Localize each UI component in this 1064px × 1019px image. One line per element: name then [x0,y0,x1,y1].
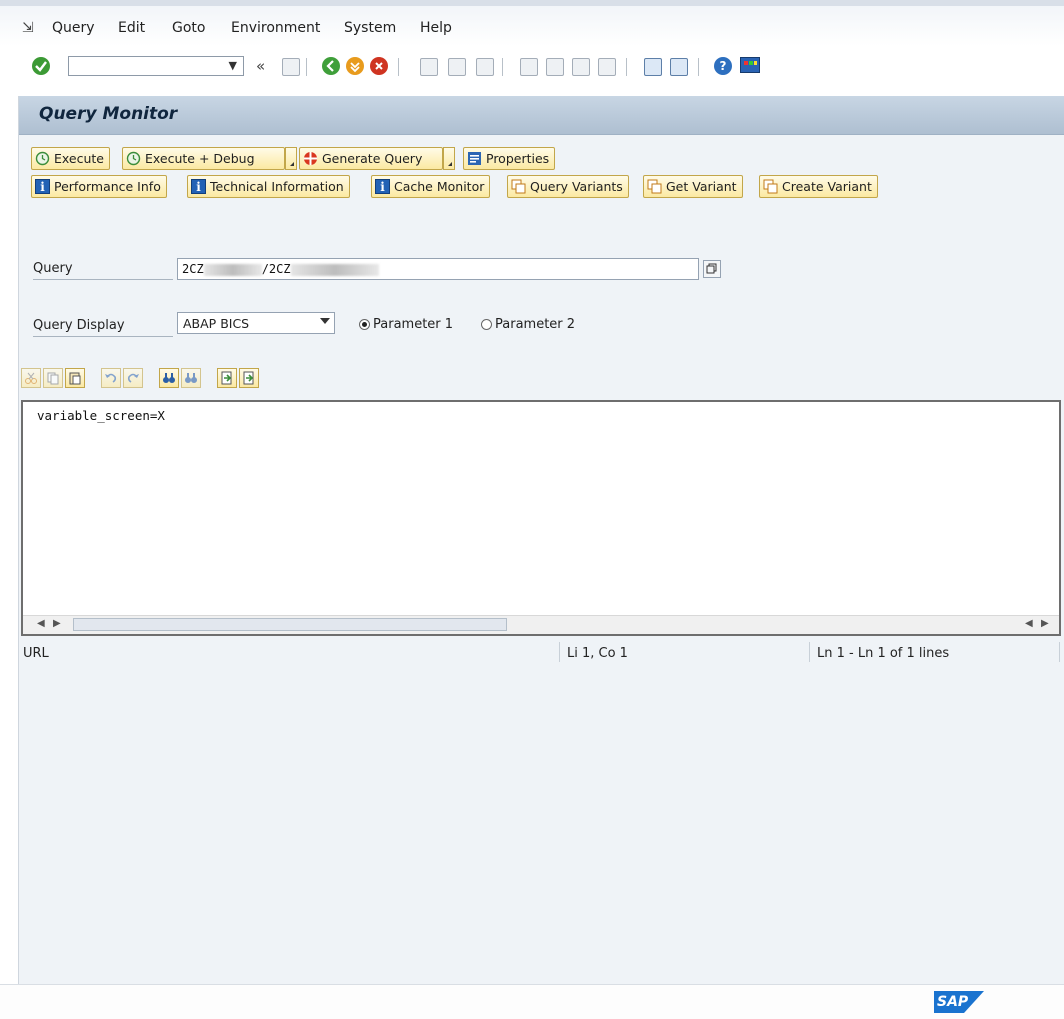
status-url: URL [23,646,49,661]
find-next-icon[interactable] [476,58,494,76]
chevron-down-icon[interactable]: ▼ [229,59,237,72]
info-icon: i [375,179,390,194]
scroll-right-icon[interactable]: ▶ [53,618,61,629]
radio-selected-icon [359,319,370,330]
execute-button[interactable]: Execute [31,147,110,170]
save-icon[interactable] [282,58,300,76]
variant-icon [647,179,662,194]
generate-query-dropdown[interactable] [443,147,455,170]
help-icon[interactable]: ? [714,57,732,75]
find-next-icon[interactable] [181,368,201,388]
create-variant-button[interactable]: Create Variant [759,175,878,198]
status-line-count: Ln 1 - Ln 1 of 1 lines [817,646,950,661]
main-content: Query Monitor Execute Execute + Debug Ge… [18,96,1064,984]
menu-bar: ⇲ Query Edit Goto Environment System Hel… [0,0,1064,46]
first-page-icon[interactable] [520,58,538,76]
undo-icon[interactable] [101,368,121,388]
scroll-right-icon[interactable]: ▶ [1041,618,1049,629]
find-icon[interactable] [448,58,466,76]
save-local-file-icon[interactable] [239,368,259,388]
print-icon[interactable] [420,58,438,76]
variant-icon [763,179,778,194]
menu-help[interactable]: Help [420,20,452,36]
exit-icon[interactable] [346,57,364,75]
status-cursor-position: Li 1, Co 1 [567,646,628,661]
command-field[interactable]: ▼ [68,56,244,76]
title-bar: Query Monitor [19,96,1064,135]
menu-system[interactable]: System [344,20,396,36]
get-variant-button[interactable]: Get Variant [643,175,743,198]
create-session-icon[interactable] [644,58,662,76]
properties-icon [467,151,482,166]
variant-icon [511,179,526,194]
technical-information-button[interactable]: i Technical Information [187,175,350,198]
horizontal-scrollbar[interactable]: ◀ ▶ ◀ ▶ [23,615,1059,634]
paste-icon[interactable] [65,368,85,388]
sap-logo: SAP [934,991,984,1013]
execute-debug-button[interactable]: Execute + Debug [122,147,285,170]
copy-icon[interactable] [43,368,63,388]
scroll-left-icon[interactable]: ◀ [1025,618,1033,629]
execute-debug-dropdown[interactable] [285,147,297,170]
load-local-file-icon[interactable] [217,368,237,388]
menu-edit[interactable]: Edit [118,20,145,36]
radio-parameter-1[interactable]: Parameter 1 [359,317,453,332]
properties-button[interactable]: Properties [463,147,556,170]
cut-icon[interactable] [21,368,41,388]
page-title: Query Monitor [39,104,178,124]
info-icon: i [35,179,50,194]
back-icon[interactable] [322,57,340,75]
shortcut-icon[interactable] [670,58,688,76]
info-icon: i [191,179,206,194]
scrollbar-thumb[interactable] [73,618,507,631]
customize-layout-icon[interactable] [740,57,760,73]
menu-goto[interactable]: Goto [172,20,205,36]
value-help-icon[interactable] [703,260,721,278]
clock-icon [35,151,50,166]
query-display-label: Query Display [33,318,173,337]
performance-info-button[interactable]: i Performance Info [31,175,167,198]
cache-monitor-button[interactable]: i Cache Monitor [371,175,491,198]
menu-environment[interactable]: Environment [231,20,320,36]
chevron-down-icon [320,318,330,324]
last-page-icon[interactable] [598,58,616,76]
collapse-icon[interactable]: « [256,57,265,75]
menu-query[interactable]: Query [52,20,95,36]
prev-page-icon[interactable] [546,58,564,76]
menu-exit-icon[interactable]: ⇲ [22,20,34,36]
query-display-select[interactable]: ABAP BICS [177,312,335,334]
scroll-left-icon[interactable]: ◀ [37,618,45,629]
generate-icon [303,151,318,166]
clock-icon [126,151,141,166]
footer-bar: SAP [0,984,1064,1019]
cancel-icon[interactable] [370,57,388,75]
enter-icon[interactable] [32,57,50,75]
next-page-icon[interactable] [572,58,590,76]
radio-unselected-icon [481,319,492,330]
editor-content[interactable]: variable_screen=X [37,408,165,423]
radio-parameter-2[interactable]: Parameter 2 [481,317,575,332]
query-variants-button[interactable]: Query Variants [507,175,629,198]
generate-query-button[interactable]: Generate Query [299,147,443,170]
redo-icon[interactable] [123,368,143,388]
query-input[interactable]: 2CZ/2CZ [177,258,699,280]
query-label: Query [33,261,173,280]
text-editor[interactable]: variable_screen=X ◀ ▶ ◀ ▶ [21,400,1061,636]
find-icon[interactable] [159,368,179,388]
editor-status-line: URL Li 1, Co 1 Ln 1 - Ln 1 of 1 lines [19,638,1064,664]
